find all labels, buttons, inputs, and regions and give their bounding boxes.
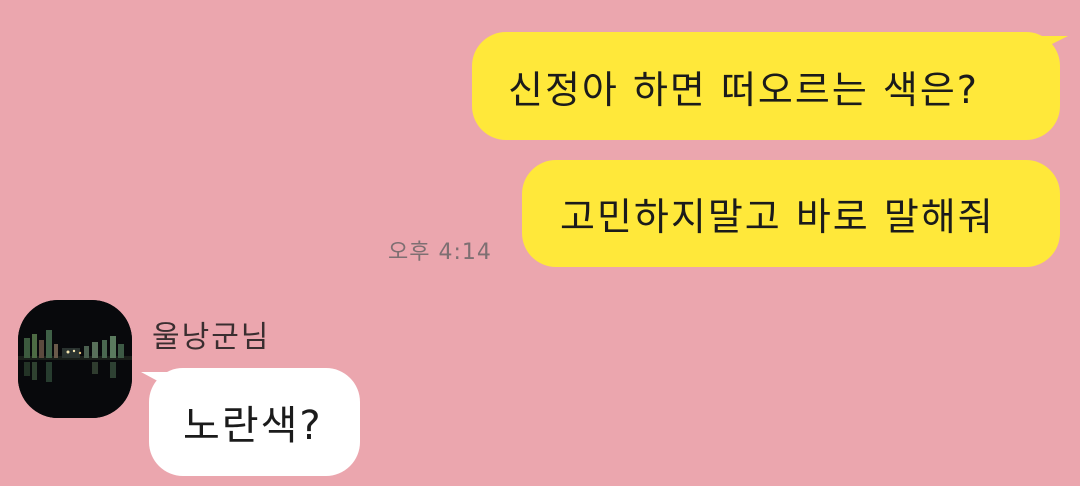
outgoing-message-bubble[interactable]: 고민하지말고 바로 말해줘 bbox=[522, 160, 1060, 267]
outgoing-message-bubble[interactable]: 신정아 하면 떠오르는 색은? bbox=[472, 32, 1060, 140]
message-text: 고민하지말고 바로 말해줘 bbox=[560, 195, 995, 239]
message-text: 신정아 하면 떠오르는 색은? bbox=[508, 67, 979, 112]
night-city-photo-icon bbox=[18, 300, 132, 418]
message-text: 노란색? bbox=[183, 403, 323, 449]
sender-avatar[interactable] bbox=[18, 300, 132, 418]
sender-name: 울낭군님 bbox=[152, 320, 271, 355]
message-timestamp: 오후 4:14 bbox=[388, 240, 492, 265]
incoming-message-bubble[interactable]: 노란색? bbox=[149, 368, 360, 476]
